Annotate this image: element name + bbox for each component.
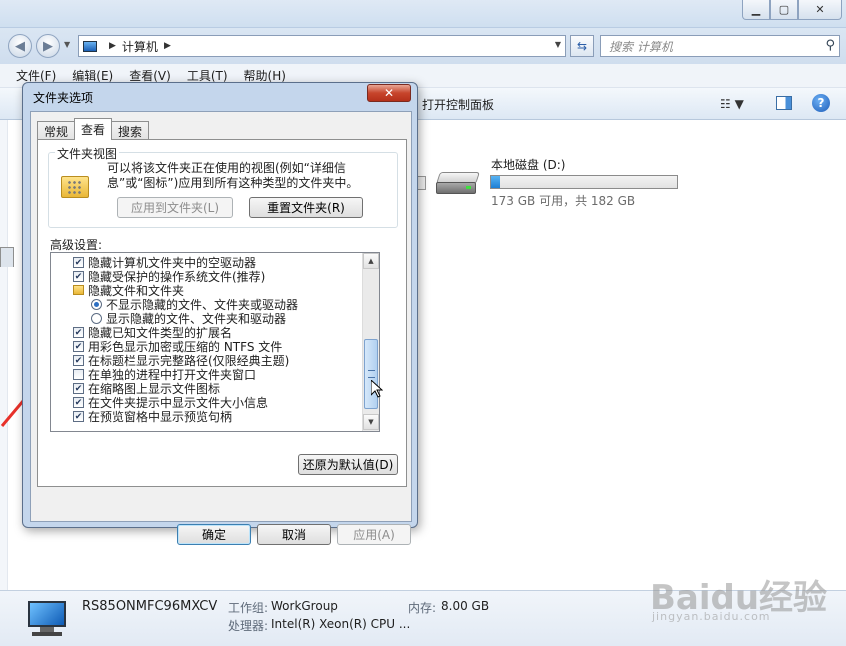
preview-pane-icon[interactable]	[776, 96, 792, 110]
refresh-button[interactable]: ⇆	[570, 35, 594, 57]
explorer-titlebar: ▁ ▢ ✕	[0, 0, 846, 28]
dialog-tabs: 常规 查看 搜索	[37, 118, 150, 140]
maximize-icon: ▢	[778, 3, 790, 16]
computer-icon	[83, 40, 97, 52]
settings-option[interactable]: ✔ 在预览窗格中显示预览句柄	[73, 409, 233, 424]
search-input[interactable]: 搜索 计算机 ⚲	[600, 35, 840, 57]
close-icon: ✕	[383, 86, 395, 100]
recent-pages-dropdown-icon[interactable]: ▼	[64, 40, 70, 49]
folder-options-dialog: 文件夹选项 ✕ 常规 查看 搜索 文件夹视图 可以将该文件夹正在使用的视图(例如…	[22, 82, 418, 545]
checkbox-checked-icon[interactable]: ✔	[73, 340, 84, 352]
advanced-settings-list[interactable]: ▲ ▼ ✔ 隐藏计算机文件夹中的空驱动器 ✔ 隐藏受保护的操作系统文件(推荐) 隐藏文件…	[50, 252, 380, 432]
tab-general[interactable]: 常规	[37, 121, 76, 140]
search-placeholder: 搜索 计算机	[609, 39, 673, 54]
dialog-title: 文件夹选项	[33, 91, 94, 105]
minimize-icon: ▁	[751, 3, 761, 16]
apply-button[interactable]: 应用(A)	[337, 524, 411, 545]
forward-arrow-icon: ▶	[43, 38, 53, 54]
address-row: ◀ ▶ ▼ ▶ 计算机 ▶ ▼ ⇆ 搜索 计算机 ⚲	[0, 28, 846, 64]
tab-view[interactable]: 查看	[74, 118, 113, 140]
search-icon[interactable]: ⚲	[825, 38, 835, 53]
computer-name: RS85ONMFC96MXCV	[82, 599, 218, 614]
checkbox-checked-icon[interactable]: ✔	[73, 354, 84, 366]
view-tab-panel: 文件夹视图 可以将该文件夹正在使用的视图(例如“详细信息”或“图标”)应用到所有…	[37, 139, 407, 487]
close-icon: ✕	[815, 3, 825, 16]
folder-views-label: 文件夹视图	[55, 145, 120, 162]
workgroup-value: WorkGroup	[271, 599, 338, 613]
computer-monitor-icon	[24, 601, 70, 637]
forward-button[interactable]: ▶	[36, 34, 60, 58]
checkbox-checked-icon[interactable]: ✔	[73, 382, 84, 394]
checkbox-checked-icon[interactable]: ✔	[73, 270, 84, 282]
radio-unselected-icon[interactable]	[91, 312, 102, 324]
ok-button[interactable]: 确定	[177, 524, 251, 545]
back-arrow-icon: ◀	[15, 38, 25, 54]
breadcrumb-computer[interactable]: 计算机	[122, 38, 158, 55]
scroll-up-icon[interactable]: ▲	[363, 253, 379, 269]
window-controls: ▁ ▢ ✕	[742, 0, 842, 20]
back-button[interactable]: ◀	[8, 34, 32, 58]
navigation-pane-splitter[interactable]	[0, 247, 14, 267]
dialog-close-button[interactable]: ✕	[367, 84, 411, 102]
dialog-client: 常规 查看 搜索 文件夹视图 可以将该文件夹正在使用的视图(例如“详细信息”或“…	[30, 111, 412, 545]
mouse-cursor-icon	[371, 380, 383, 398]
memory-value: 8.00 GB	[441, 599, 490, 613]
drive-usage-fill	[491, 176, 501, 188]
folder-views-group: 文件夹视图 可以将该文件夹正在使用的视图(例如“详细信息”或“图标”)应用到所有…	[48, 145, 398, 228]
processor-value: Intel(R) Xeon(R) CPU ...	[271, 617, 411, 631]
drive-name: 本地磁盘 (D:)	[491, 158, 566, 172]
baidu-watermark: Baidu经验 jingyan.baidu.com	[650, 570, 827, 623]
refresh-icon: ⇆	[576, 39, 588, 53]
breadcrumb-chevron-icon[interactable]: ▶	[109, 41, 116, 51]
reset-folders-button[interactable]: 重置文件夹(R)	[249, 197, 363, 218]
restore-defaults-button[interactable]: 还原为默认值(D)	[298, 454, 398, 475]
drive-free-space: 173 GB 可用，共 182 GB	[491, 194, 636, 208]
drive-usage-bar	[490, 175, 678, 189]
scrollbar-thumb[interactable]	[364, 339, 378, 409]
close-window-button[interactable]: ✕	[798, 0, 842, 20]
checkbox-checked-icon[interactable]: ✔	[73, 256, 84, 268]
checkbox-unchecked-icon[interactable]	[73, 368, 84, 380]
scroll-down-icon[interactable]: ▼	[363, 414, 379, 430]
minimize-button[interactable]: ▁	[742, 0, 770, 20]
checkbox-checked-icon[interactable]: ✔	[73, 326, 84, 338]
radio-selected-icon[interactable]	[91, 298, 102, 310]
advanced-settings-scrollbar[interactable]: ▲ ▼	[362, 253, 379, 431]
advanced-settings-label: 高级设置:	[50, 238, 103, 252]
watermark-url: jingyan.baidu.com	[652, 610, 771, 623]
address-dropdown-icon[interactable]: ▼	[555, 40, 561, 49]
settings-option-label: 在预览窗格中显示预览句柄	[88, 409, 233, 424]
breadcrumb-chevron-icon[interactable]: ▶	[164, 41, 171, 51]
checkbox-checked-icon[interactable]: ✔	[73, 410, 84, 422]
open-control-panel-button[interactable]: 打开控制面板	[422, 96, 494, 113]
tab-search[interactable]: 搜索	[111, 121, 150, 140]
processor-label: 处理器:	[228, 619, 269, 633]
help-icon[interactable]: ?	[812, 94, 830, 112]
hard-disk-icon	[436, 166, 480, 196]
cancel-button[interactable]: 取消	[257, 524, 331, 545]
folder-views-description: 可以将该文件夹正在使用的视图(例如“详细信息”或“图标”)应用到所有这种类型的文…	[107, 161, 359, 190]
change-view-icon[interactable]: ☷ ▼	[720, 97, 744, 111]
maximize-button[interactable]: ▢	[770, 0, 798, 20]
checkbox-checked-icon[interactable]: ✔	[73, 396, 84, 408]
apply-to-folders-button[interactable]: 应用到文件夹(L)	[117, 197, 233, 218]
folder-view-icon	[61, 173, 89, 199]
address-bar[interactable]: ▶ 计算机 ▶ ▼	[78, 35, 566, 57]
memory-label: 内存:	[408, 601, 437, 615]
workgroup-label: 工作组:	[228, 601, 269, 615]
folder-icon	[73, 285, 84, 295]
